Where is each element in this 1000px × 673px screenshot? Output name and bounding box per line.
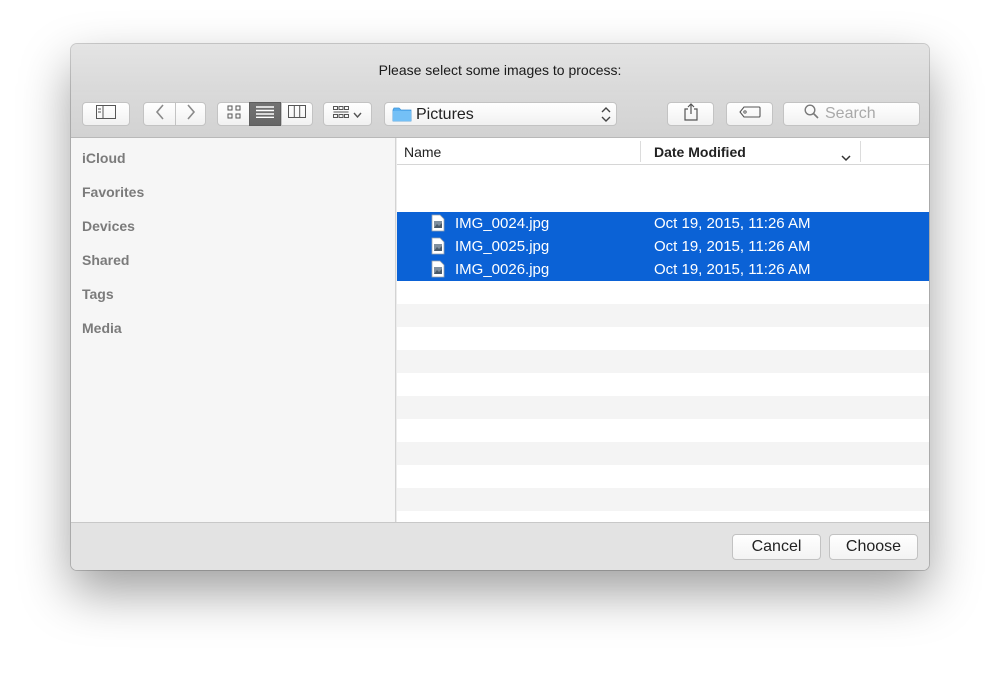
list-icon [256,105,274,123]
grid-icon [227,105,241,124]
empty-row [397,304,929,327]
empty-row [397,396,929,419]
up-down-chevron-icon [601,106,611,128]
sidebar-icon [96,104,116,124]
dialog-title: Please select some images to process: [71,44,929,92]
column-divider[interactable] [640,141,641,162]
search-field[interactable]: Search [783,102,920,126]
arrange-grid-icon [333,105,349,123]
column-header: Name Date Modified [397,138,929,165]
location-popup[interactable]: Pictures [384,102,617,126]
chevron-left-icon [155,103,165,125]
folder-icon [392,107,412,127]
sidebar-section-shared[interactable]: Shared [82,252,129,268]
back-button[interactable] [143,102,176,126]
file-dialog: Please select some images to process: Pi… [71,44,929,570]
file-name: IMG_0026.jpg [455,261,550,278]
file-list: Name Date Modified IMG_0024.jpg Oct 19, … [397,138,929,522]
forward-button[interactable] [175,102,206,126]
column-view-button[interactable] [281,102,313,126]
sidebar-toggle-button[interactable] [82,102,130,126]
date-column-header[interactable]: Date Modified [654,144,746,160]
share-button[interactable] [667,102,714,126]
empty-row [397,350,929,373]
name-column-header[interactable]: Name [404,144,441,160]
file-name: IMG_0025.jpg [455,238,550,255]
column-divider[interactable] [860,141,861,162]
tag-icon [738,105,761,123]
sidebar-section-media[interactable]: Media [82,320,122,336]
file-row[interactable]: IMG_0025.jpg Oct 19, 2015, 11:26 AM [397,235,929,258]
toolbar: Pictures Search [71,92,929,138]
empty-row [397,442,929,465]
file-row[interactable]: IMG_0024.jpg Oct 19, 2015, 11:26 AM [397,212,929,235]
arrange-dropdown-button[interactable] [323,102,372,126]
search-icon [804,104,819,124]
file-date: Oct 19, 2015, 11:26 AM [654,215,811,232]
cancel-button[interactable]: Cancel [732,534,821,560]
jpg-file-icon [431,260,445,283]
file-row[interactable]: IMG_0026.jpg Oct 19, 2015, 11:26 AM [397,258,929,281]
choose-button[interactable]: Choose [829,534,918,560]
empty-row [397,488,929,511]
columns-icon [288,105,306,123]
file-name: IMG_0024.jpg [455,215,550,232]
file-date: Oct 19, 2015, 11:26 AM [654,261,811,278]
chevron-right-icon [186,103,196,125]
sidebar-section-devices[interactable]: Devices [82,218,135,234]
file-date: Oct 19, 2015, 11:26 AM [654,238,811,255]
search-placeholder: Search [825,105,876,122]
sidebar-section-icloud[interactable]: iCloud [82,150,126,166]
sidebar: iCloud Favorites Devices Shared Tags Med… [71,138,396,522]
sidebar-section-favorites[interactable]: Favorites [82,184,144,200]
share-icon [683,102,698,126]
chevron-down-icon [353,105,362,123]
sidebar-section-tags[interactable]: Tags [82,286,114,302]
dialog-footer: Cancel Choose [71,522,929,570]
list-view-button[interactable] [249,102,281,126]
tag-button[interactable] [726,102,773,126]
jpg-file-icon [431,237,445,260]
sort-chevron-icon [841,149,851,165]
icon-view-button[interactable] [217,102,250,126]
location-label: Pictures [416,106,474,123]
jpg-file-icon [431,214,445,237]
